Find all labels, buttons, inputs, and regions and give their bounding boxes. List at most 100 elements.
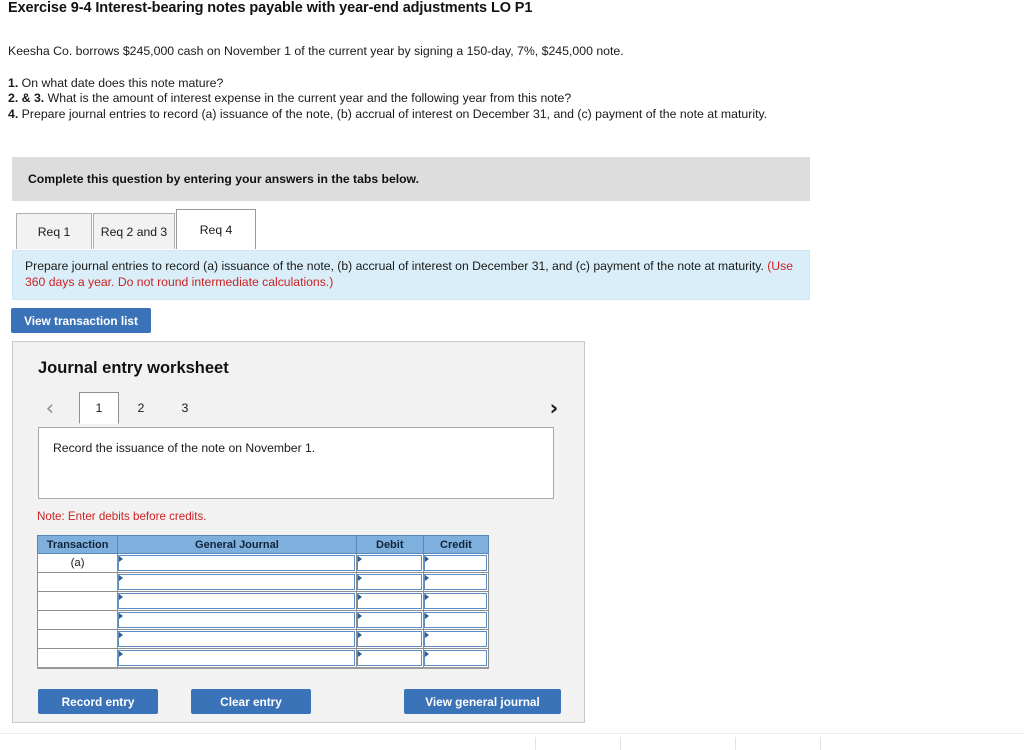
record-entry-button[interactable]: Record entry <box>38 689 158 714</box>
tab-req-2-and-3-label: Req 2 and 3 <box>100 224 168 239</box>
debit-input[interactable] <box>356 555 422 571</box>
worksheet-pager: ‹ 1 2 3 › <box>35 392 565 427</box>
debit-cell[interactable] <box>355 591 424 611</box>
credit-cell[interactable] <box>422 572 490 592</box>
tab-req-4[interactable]: Req 4 <box>176 209 256 249</box>
table-row <box>36 572 490 592</box>
requirement-text-3: Prepare journal entries to record (a) is… <box>18 106 768 121</box>
chevron-right-icon[interactable]: › <box>543 392 565 424</box>
worksheet-page-3-label: 3 <box>181 401 189 415</box>
general-journal-input[interactable] <box>118 612 355 628</box>
worksheet-description-text: Record the issuance of the note on Novem… <box>53 441 316 455</box>
credit-cell[interactable] <box>422 648 490 669</box>
credit-input[interactable] <box>423 631 487 647</box>
requirement-text-1: On what date does this note mature? <box>18 76 224 90</box>
general-journal-cell[interactable] <box>117 572 357 592</box>
debit-cell[interactable] <box>355 572 424 592</box>
worksheet-page-2[interactable]: 2 <box>127 392 155 424</box>
general-journal-cell[interactable] <box>117 648 357 669</box>
bottom-divider <box>535 737 536 750</box>
credit-cell[interactable] <box>422 591 490 611</box>
credit-input[interactable] <box>423 574 487 590</box>
page-title: Exercise 9-4 Interest-bearing notes paya… <box>8 0 533 16</box>
general-journal-input[interactable] <box>118 650 355 666</box>
debit-input[interactable] <box>356 650 422 666</box>
worksheet-page-3[interactable]: 3 <box>171 392 199 424</box>
transaction-cell <box>36 648 119 669</box>
complete-question-text: Complete this question by entering your … <box>28 172 419 186</box>
credit-input[interactable] <box>423 612 487 628</box>
bottom-partial-strip <box>0 733 1024 750</box>
journal-entry-table: Transaction General Journal Debit Credit… <box>36 535 490 669</box>
credit-cell[interactable] <box>422 553 490 573</box>
tab-req-1[interactable]: Req 1 <box>16 213 92 249</box>
debit-cell[interactable] <box>355 629 424 649</box>
requirement-number-2: 2. & 3. <box>8 91 45 106</box>
requirement-instruction-box: Prepare journal entries to record (a) is… <box>12 250 810 300</box>
worksheet-title: Journal entry worksheet <box>38 359 229 377</box>
debit-input[interactable] <box>356 612 422 628</box>
complete-question-banner: Complete this question by entering your … <box>12 157 810 201</box>
worksheet-page-1-label: 1 <box>95 401 103 415</box>
requirement-instruction-text: Prepare journal entries to record (a) is… <box>25 259 768 273</box>
journal-entry-worksheet-panel: Journal entry worksheet ‹ 1 2 3 › Record… <box>12 341 585 723</box>
tab-req-2-and-3[interactable]: Req 2 and 3 <box>93 213 175 249</box>
column-header-credit: Credit <box>422 535 490 554</box>
bottom-divider <box>620 737 621 750</box>
transaction-cell <box>36 629 119 649</box>
clear-entry-button[interactable]: Clear entry <box>191 689 311 714</box>
debit-cell[interactable] <box>355 553 424 573</box>
worksheet-description-box: Record the issuance of the note on Novem… <box>38 427 554 499</box>
bottom-divider <box>820 737 821 750</box>
requirement-text-2: What is the amount of interest expense i… <box>44 91 572 106</box>
general-journal-cell[interactable] <box>117 591 357 611</box>
chevron-left-icon[interactable]: ‹ <box>39 392 61 424</box>
problem-statement: Keesha Co. borrows $245,000 cash on Nove… <box>8 44 624 58</box>
debit-input[interactable] <box>356 593 422 609</box>
debit-input[interactable] <box>356 631 422 647</box>
table-row <box>36 629 490 649</box>
general-journal-cell[interactable] <box>117 629 357 649</box>
credit-input[interactable] <box>423 555 487 571</box>
debits-before-credits-note: Note: Enter debits before credits. <box>37 510 207 523</box>
bottom-divider <box>735 737 736 750</box>
worksheet-page-1[interactable]: 1 <box>79 392 119 424</box>
column-header-debit: Debit <box>355 535 424 554</box>
general-journal-cell[interactable] <box>117 553 357 573</box>
tab-req-4-label: Req 4 <box>199 222 233 237</box>
requirement-tabs: Req 1 Req 2 and 3 Req 4 <box>16 209 257 249</box>
table-row: (a) <box>36 553 490 573</box>
debit-cell[interactable] <box>355 648 424 669</box>
journal-table-header-row: Transaction General Journal Debit Credit <box>36 535 490 554</box>
transaction-cell <box>36 572 119 592</box>
general-journal-input[interactable] <box>118 574 355 590</box>
general-journal-input[interactable] <box>118 593 355 609</box>
requirement-number-3: 4. <box>8 106 19 121</box>
general-journal-input[interactable] <box>118 555 355 571</box>
column-header-transaction: Transaction <box>36 535 119 554</box>
debit-input[interactable] <box>356 574 422 590</box>
credit-input[interactable] <box>423 650 487 666</box>
worksheet-page-2-label: 2 <box>137 401 145 415</box>
credit-cell[interactable] <box>422 629 490 649</box>
view-transaction-list-button[interactable]: View transaction list <box>11 308 151 333</box>
journal-table-body: (a) <box>36 553 490 669</box>
credit-cell[interactable] <box>422 610 490 630</box>
requirement-item-1: 1. On what date does this note mature? <box>8 76 808 91</box>
table-row <box>36 648 490 669</box>
requirement-number-1: 1. <box>8 76 19 90</box>
debit-cell[interactable] <box>355 610 424 630</box>
general-journal-input[interactable] <box>118 631 355 647</box>
requirement-item-3: 4. Prepare journal entries to record (a)… <box>8 107 808 122</box>
tab-req-1-label: Req 1 <box>37 224 71 239</box>
requirements-list: 1. On what date does this note mature? 2… <box>8 76 808 122</box>
exercise-page: Exercise 9-4 Interest-bearing notes paya… <box>0 0 1024 750</box>
table-row <box>36 610 490 630</box>
requirement-item-2: 2. & 3. What is the amount of interest e… <box>8 91 808 106</box>
column-header-general-journal: General Journal <box>117 535 357 554</box>
table-row <box>36 591 490 611</box>
view-general-journal-button[interactable]: View general journal <box>404 689 561 714</box>
credit-input[interactable] <box>423 593 487 609</box>
general-journal-cell[interactable] <box>117 610 357 630</box>
transaction-cell: (a) <box>36 553 119 573</box>
